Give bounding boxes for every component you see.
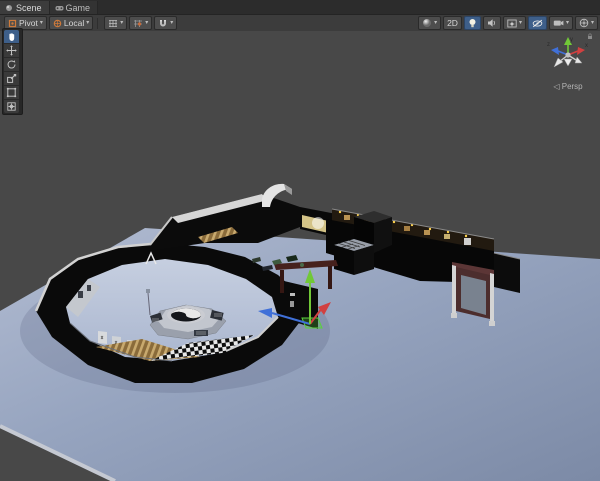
caret-icon: ▾ <box>86 20 89 26</box>
z-axis-label: z <box>547 42 550 48</box>
scene-toolbar: Pivot ▾ Local ▾ ▾ ▾ ▾ <box>0 15 600 32</box>
handle-orientation-button[interactable]: Local ▾ <box>49 16 93 30</box>
door-post-right <box>490 273 494 323</box>
scene-lighting-button[interactable] <box>464 16 481 30</box>
view-tabbar: Scene Game <box>0 0 600 15</box>
toolbar-divider <box>97 18 98 29</box>
post-base <box>451 313 457 318</box>
tab-game[interactable]: Game <box>50 1 99 14</box>
scene-viewport[interactable]: y x z ◁ Persp <box>0 31 600 481</box>
grid-icon <box>108 19 118 28</box>
pivot-label: Pivot <box>19 18 38 28</box>
grid-visibility-button[interactable]: ▾ <box>104 16 127 30</box>
gizmos-sphere-icon <box>579 18 589 28</box>
caret-icon: ▾ <box>40 20 43 26</box>
shaded-sphere-icon <box>422 18 432 28</box>
wall-label <box>290 301 294 307</box>
gizmos-dropdown-button[interactable]: ▾ <box>575 16 598 30</box>
neg-axis-cone[interactable] <box>575 57 582 63</box>
rotate-icon <box>6 59 17 70</box>
snap-grid-icon <box>133 19 143 28</box>
tab-game-label: Game <box>66 3 91 13</box>
toggle-2d-button[interactable]: 2D <box>443 16 462 30</box>
camera-settings-button[interactable]: ▾ <box>549 16 573 30</box>
rotate-tool[interactable] <box>4 58 19 72</box>
tab-scene-label: Scene <box>16 3 42 13</box>
scale-tool[interactable] <box>4 72 19 86</box>
y-axis-label: y <box>570 37 573 43</box>
local-axes-icon <box>53 19 62 28</box>
gate-post <box>328 266 332 289</box>
scene-visibility-button[interactable] <box>528 16 547 30</box>
caret-icon: ▾ <box>591 20 594 26</box>
move-tool[interactable] <box>4 44 19 58</box>
tools-overlay <box>2 28 23 115</box>
scene-tab-icon <box>5 4 13 12</box>
projection-toggle[interactable]: ◁ Persp <box>542 82 594 91</box>
lightbulb-icon <box>468 18 477 28</box>
move-icon <box>6 45 17 56</box>
speaker-icon <box>487 18 497 28</box>
tab-scene[interactable]: Scene <box>0 1 50 14</box>
orientation-label: Local <box>64 18 84 28</box>
z-axis-cone[interactable] <box>551 47 559 55</box>
corridor-end-wall <box>494 253 520 293</box>
caret-icon: ▾ <box>519 20 522 26</box>
2d-label: 2D <box>447 18 458 28</box>
game-tab-icon <box>55 4 63 12</box>
persp-label: Persp <box>562 82 583 91</box>
scene-audio-button[interactable] <box>483 16 501 30</box>
caret-icon: ▾ <box>566 20 569 26</box>
wall-label <box>290 293 295 296</box>
gizmo-center-cube[interactable] <box>565 52 570 57</box>
camera-icon <box>553 19 564 27</box>
pole-top <box>146 289 150 293</box>
orientation-gizmo: y x z ◁ Persp <box>542 33 594 91</box>
interior-light-glow <box>312 217 324 229</box>
eye-slash-icon <box>532 19 543 28</box>
unity-scene-view-window: Scene Game Pivot ▾ Local ▾ <box>0 0 600 481</box>
scale-icon <box>6 73 17 84</box>
neg-axis-cone[interactable] <box>564 59 572 66</box>
draw-mode-button[interactable]: ▾ <box>418 16 441 30</box>
scene-3d-render[interactable] <box>0 31 600 481</box>
transform-icon <box>6 101 17 112</box>
caret-icon: ▾ <box>145 20 148 26</box>
door-post-left <box>452 265 456 315</box>
yin-yang-symbol <box>171 309 201 322</box>
caret-icon: ▾ <box>170 20 173 26</box>
view-hand-tool[interactable] <box>4 30 19 44</box>
rect-tool[interactable] <box>4 86 19 100</box>
effects-icon <box>507 19 517 28</box>
snap-settings-button[interactable]: ▾ <box>129 16 152 30</box>
x-axis-label: x <box>585 43 588 49</box>
wall-picture <box>87 285 91 291</box>
x-axis-cone[interactable] <box>577 47 585 55</box>
pivot-icon <box>8 19 17 28</box>
gizmo-lock-icon[interactable] <box>588 34 592 39</box>
snap-increment-button[interactable]: ▾ <box>154 16 177 30</box>
door-panel <box>461 275 486 315</box>
persp-arrow-icon: ◁ <box>553 82 559 91</box>
hand-icon <box>6 31 17 42</box>
magnet-icon <box>158 19 168 28</box>
effects-button[interactable]: ▾ <box>503 16 526 30</box>
gate-post <box>280 270 284 293</box>
caret-icon: ▾ <box>120 20 123 26</box>
caret-icon: ▾ <box>434 20 437 26</box>
axis-widget[interactable]: y x z <box>542 33 594 79</box>
wall-picture <box>78 291 83 298</box>
grid-top-box[interactable] <box>334 239 374 275</box>
post-base <box>489 321 495 326</box>
transform-tool[interactable] <box>4 100 19 113</box>
rect-icon <box>6 87 17 98</box>
